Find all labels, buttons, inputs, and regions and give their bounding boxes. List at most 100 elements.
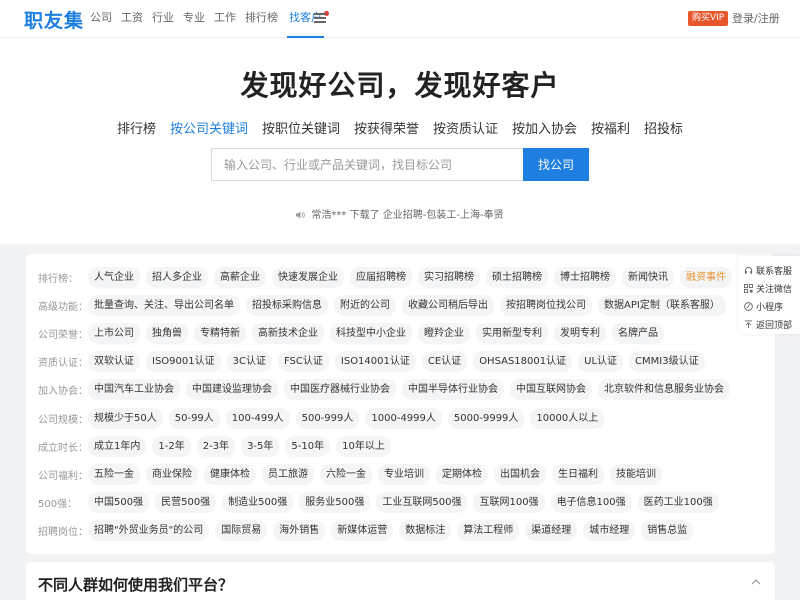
filter-tag[interactable]: 2-3年 [196,435,236,457]
filter-tag[interactable]: 双软认证 [88,351,140,373]
filter-tag[interactable]: 5000-9999人 [447,407,525,429]
filter-tag[interactable]: 专精特新 [194,322,246,344]
filter-tag[interactable]: 技能培训 [610,463,662,485]
search-input[interactable] [211,148,523,181]
filter-tag[interactable]: 工业互联网500强 [376,492,468,514]
filter-tag[interactable]: 北京软件和信息服务业协会 [598,379,730,401]
filter-tag[interactable]: CE认证 [421,351,468,373]
filter-tag[interactable]: 按招聘岗位找公司 [500,294,592,316]
filter-tag[interactable]: ISO9001认证 [146,351,221,373]
filter-tag[interactable]: 民营500强 [155,492,217,514]
filter-tag[interactable]: UL认证 [578,351,624,373]
filter-tag[interactable]: 中国互联网协会 [510,379,592,401]
filter-tag[interactable]: 1-2年 [152,435,191,457]
filter-tag[interactable]: CMMI3级认证 [629,351,705,373]
filter-tag[interactable]: 制造业500强 [222,492,294,514]
nav-item-major[interactable]: 专业 [183,0,205,38]
filter-tag[interactable]: 城市经理 [583,520,636,542]
filter-tag[interactable]: 名牌产品 [612,322,664,344]
login-register-link[interactable]: 登录/注册 [732,11,780,26]
tab-honors[interactable]: 按获得荣誉 [354,118,419,137]
filter-tag[interactable]: 医药工业100强 [637,492,719,514]
filter-tag[interactable]: 高新技术企业 [252,322,324,344]
filter-tag[interactable]: 博士招聘榜 [554,266,616,288]
back-to-top-button[interactable]: 返回顶部 [738,315,800,333]
filter-tag[interactable]: 国际贸易 [215,520,268,542]
buy-vip-button[interactable]: 购买VIP [688,11,729,26]
filter-tag[interactable]: 员工旅游 [262,463,314,485]
filter-tag[interactable]: 附近的公司 [334,294,396,316]
contact-support-button[interactable]: 联系客服 [738,261,800,279]
filter-tag[interactable]: 算法工程师 [457,520,520,542]
filter-tag[interactable]: 500-999人 [295,407,360,429]
filter-tag[interactable]: 10年以上 [336,435,391,457]
filter-tag[interactable]: OHSAS18001认证 [473,351,573,373]
filter-tag[interactable]: 融资事件 [680,266,732,288]
filter-tag[interactable]: 硕士招聘榜 [486,266,548,288]
filter-tag[interactable]: 招人多企业 [146,266,208,288]
filter-tag[interactable]: 3-5年 [241,435,280,457]
search-button[interactable]: 找公司 [523,148,589,181]
nav-item-salary[interactable]: 工资 [121,0,143,38]
filter-tag[interactable]: 科技型中小企业 [330,322,412,344]
filter-tag[interactable]: 实用新型专利 [476,322,548,344]
logo[interactable]: 职友集 [24,6,84,33]
filter-tag[interactable]: FSC认证 [277,351,329,373]
filter-tag[interactable]: 中国医疗器械行业协会 [284,379,396,401]
filter-tag[interactable]: 100-499人 [225,407,290,429]
chevron-up-icon[interactable] [751,579,761,585]
mini-program-button[interactable]: 小程序 [738,297,800,315]
filter-tag[interactable]: 互联网100强 [473,492,545,514]
filter-tag[interactable]: 中国汽车工业协会 [88,379,180,401]
filter-tag[interactable]: 1000-4999人 [365,407,442,429]
filter-tag[interactable]: 生日福利 [552,463,604,485]
filter-tag[interactable]: 独角兽 [146,322,188,344]
filter-tag[interactable]: 5-10年 [285,435,331,457]
filter-tag[interactable]: 发明专利 [554,322,606,344]
filter-tag[interactable]: 人气企业 [88,266,140,288]
filter-tag[interactable]: 销售总监 [641,520,694,542]
tab-ranking[interactable]: 排行榜 [117,118,156,137]
tab-company-keyword[interactable]: 按公司关键词 [170,118,248,137]
filter-tag[interactable]: 健康体检 [204,463,256,485]
filter-tag[interactable]: 招聘"外贸业务员"的公司 [88,520,210,542]
filter-tag[interactable]: 瞪羚企业 [418,322,470,344]
filter-tag[interactable]: 五险一金 [88,463,140,485]
filter-tag[interactable]: 数据API定制（联系客服） [598,294,726,316]
filter-tag[interactable]: 50-99人 [168,407,220,429]
follow-wechat-button[interactable]: 关注微信 [738,279,800,297]
filter-tag[interactable]: 数据标注 [399,520,452,542]
filter-tag[interactable]: 中国建设监理协会 [186,379,278,401]
filter-tag[interactable]: ISO14001认证 [334,351,416,373]
filter-tag[interactable]: 高薪企业 [214,266,266,288]
tab-job-keyword[interactable]: 按职位关键词 [262,118,340,137]
filter-tag[interactable]: 批量查询、关注、导出公司名单 [88,294,240,316]
filter-tag[interactable]: 新闻快讯 [622,266,674,288]
filter-tag[interactable]: 新媒体运营 [331,520,394,542]
filter-tag[interactable]: 收藏公司稍后导出 [402,294,494,316]
filter-tag[interactable]: 应届招聘榜 [350,266,412,288]
filter-tag[interactable]: 招投标采购信息 [246,294,328,316]
filter-tag[interactable]: 渠道经理 [525,520,578,542]
tab-welfare[interactable]: 按福利 [591,118,630,137]
filter-tag[interactable]: 出国机会 [494,463,546,485]
nav-item-ranking[interactable]: 排行榜 [245,0,278,38]
nav-item-industry[interactable]: 行业 [152,0,174,38]
menu-icon[interactable] [314,13,326,23]
tab-certification[interactable]: 按资质认证 [433,118,498,137]
filter-tag[interactable]: 快速发展企业 [272,266,344,288]
filter-tag[interactable]: 中国500强 [88,492,150,514]
filter-tag[interactable]: 10000人以上 [530,407,605,429]
filter-tag[interactable]: 上市公司 [88,322,140,344]
filter-tag[interactable]: 规模少于50人 [88,407,163,429]
filter-tag[interactable]: 专业培训 [378,463,430,485]
filter-tag[interactable]: 实习招聘榜 [418,266,480,288]
filter-tag[interactable]: 电子信息100强 [550,492,632,514]
filter-tag[interactable]: 海外销售 [273,520,326,542]
tab-bidding[interactable]: 招投标 [644,118,683,137]
filter-tag[interactable]: 商业保险 [146,463,198,485]
tab-association[interactable]: 按加入协会 [512,118,577,137]
nav-item-company[interactable]: 公司 [90,0,112,38]
filter-tag[interactable]: 服务业500强 [299,492,371,514]
filter-tag[interactable]: 3C认证 [226,351,272,373]
